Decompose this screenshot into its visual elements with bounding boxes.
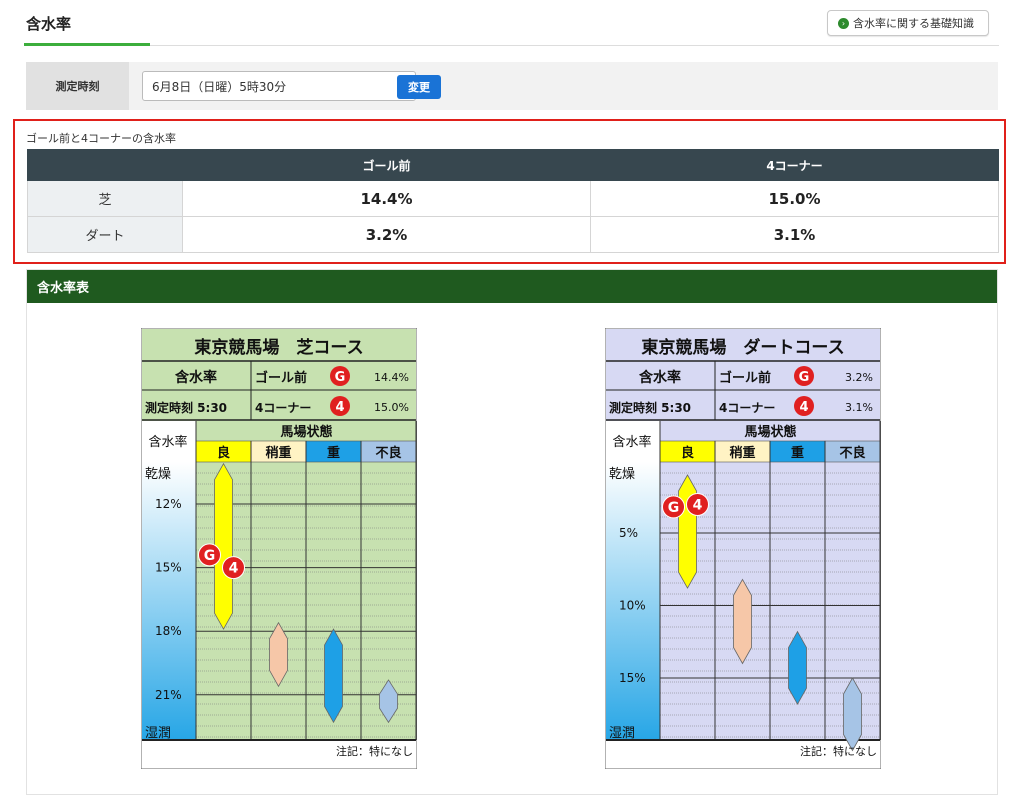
dirt-range-slightly_heavy — [733, 578, 752, 665]
page-title: 含水率 — [26, 15, 72, 33]
turf-axis-bottom: 湿潤 — [145, 726, 171, 741]
dirt-goal-badge-label: G — [799, 370, 810, 385]
time-select-value: 6月8日（日曜）5時30分 — [152, 79, 287, 94]
dirt-moisture-label: 含水率 — [639, 369, 681, 386]
turf-track-condition: 馬場状態 — [280, 424, 332, 440]
dirt-condition-label: 稍重 — [729, 445, 755, 461]
turf-goal-value: 14.4% — [374, 371, 409, 384]
goal-value: 14.4% — [182, 180, 591, 217]
turf-corner-badge-label: 4 — [335, 400, 344, 415]
row-label: 芝 — [27, 180, 183, 217]
dirt-note: 注記：特になし — [800, 744, 877, 758]
goal-value: 3.2% — [182, 216, 591, 253]
summary-caption: ゴール前と4コーナーの含水率 — [26, 132, 176, 145]
turf-corner-value: 15.0% — [374, 401, 409, 414]
dirt-condition-label: 良 — [681, 445, 694, 461]
turf-goal-marker-label: G — [204, 548, 216, 564]
dirt-time-label: 測定時刻 5:30 — [609, 400, 691, 415]
change-button[interactable]: 変更 — [397, 75, 441, 99]
dirt-corner-marker-label: 4 — [693, 497, 703, 513]
dirt-moisture-chart: 東京競馬場 ダートコース含水率測定時刻 5:30ゴール前4コーナーG43.2%3… — [605, 328, 881, 769]
dirt-axis-title: 含水率 — [612, 434, 651, 450]
turf-condition-label: 稍重 — [265, 445, 291, 461]
help-button-label: 含水率に関する基礎知識 — [853, 17, 974, 30]
row-label: ダート — [27, 216, 183, 253]
dirt-goal-label: ゴール前 — [719, 370, 771, 386]
turf-title: 東京競馬場 芝コース — [194, 337, 363, 358]
title-underline — [24, 43, 150, 46]
dirt-condition-label: 不良 — [839, 445, 865, 461]
dirt-tick-label: 5% — [619, 526, 638, 540]
page-header: 含水率 › 含水率に関する基礎知識 — [24, 0, 999, 46]
turf-goal-label: ゴール前 — [255, 370, 307, 386]
turf-goal-badge-label: G — [335, 370, 346, 385]
turf-corner-marker-label: 4 — [229, 561, 239, 577]
dirt-axis-bottom: 湿潤 — [609, 726, 635, 741]
turf-condition-label: 重 — [327, 445, 340, 461]
section-header: 含水率表 — [27, 270, 997, 303]
table-row: 芝 14.4% 15.0% — [27, 180, 999, 217]
dirt-corner-badge-label: 4 — [799, 400, 808, 415]
turf-tick-label: 21% — [155, 688, 182, 702]
dirt-range-heavy — [788, 630, 807, 705]
corner-value: 15.0% — [590, 180, 999, 217]
dirt-tick-label: 10% — [619, 599, 646, 613]
dirt-condition-label: 重 — [791, 445, 804, 461]
dirt-track-condition: 馬場状態 — [744, 424, 796, 440]
summary-header-goal: ゴール前 — [182, 149, 591, 181]
turf-moisture-label: 含水率 — [175, 369, 217, 386]
time-label: 測定時刻 — [26, 62, 129, 110]
turf-tick-label: 12% — [155, 497, 182, 511]
turf-time-label: 測定時刻 5:30 — [145, 400, 227, 415]
moisture-summary: ゴール前と4コーナーの含水率 ゴール前 4コーナー 芝 14.4% 15.0% … — [13, 119, 1006, 264]
dirt-goal-value: 3.2% — [845, 371, 873, 384]
turf-condition-label: 不良 — [375, 445, 401, 461]
dirt-title: 東京競馬場 ダートコース — [641, 337, 844, 358]
turf-tick-label: 18% — [155, 624, 182, 638]
turf-tick-label: 15% — [155, 561, 182, 575]
table-row: ダート 3.2% 3.1% — [27, 216, 999, 253]
chevron-right-icon: › — [838, 17, 849, 29]
turf-condition-label: 良 — [217, 445, 230, 461]
dirt-corner-label: 4コーナー — [719, 401, 775, 415]
turf-note: 注記：特になし — [336, 744, 413, 758]
turf-axis-title: 含水率 — [148, 434, 187, 450]
turf-corner-label: 4コーナー — [255, 401, 311, 415]
dirt-tick-label: 15% — [619, 671, 646, 685]
summary-header-corner: 4コーナー — [590, 149, 999, 181]
turf-range-heavy — [324, 628, 343, 724]
dirt-range-bad — [843, 677, 862, 752]
summary-table: ゴール前 4コーナー 芝 14.4% 15.0% ダート 3.2% 3.1% — [27, 149, 999, 253]
corner-value: 3.1% — [590, 216, 999, 253]
dirt-range-good — [678, 474, 697, 589]
summary-header-empty — [27, 149, 183, 181]
summary-header-row: ゴール前 4コーナー — [27, 149, 999, 181]
turf-axis-top: 乾燥 — [145, 467, 171, 482]
dirt-axis-top: 乾燥 — [609, 467, 635, 482]
time-control: 測定時刻 6月8日（日曜）5時30分 ▲▼ 変更 — [26, 62, 998, 110]
turf-moisture-chart: 東京競馬場 芝コース含水率測定時刻 5:30ゴール前4コーナーG414.4%15… — [141, 328, 417, 769]
dirt-goal-marker-label: G — [668, 500, 680, 516]
time-select[interactable]: 6月8日（日曜）5時30分 ▲▼ — [142, 71, 416, 101]
help-button[interactable]: › 含水率に関する基礎知識 — [827, 10, 989, 36]
dirt-corner-value: 3.1% — [845, 401, 873, 414]
